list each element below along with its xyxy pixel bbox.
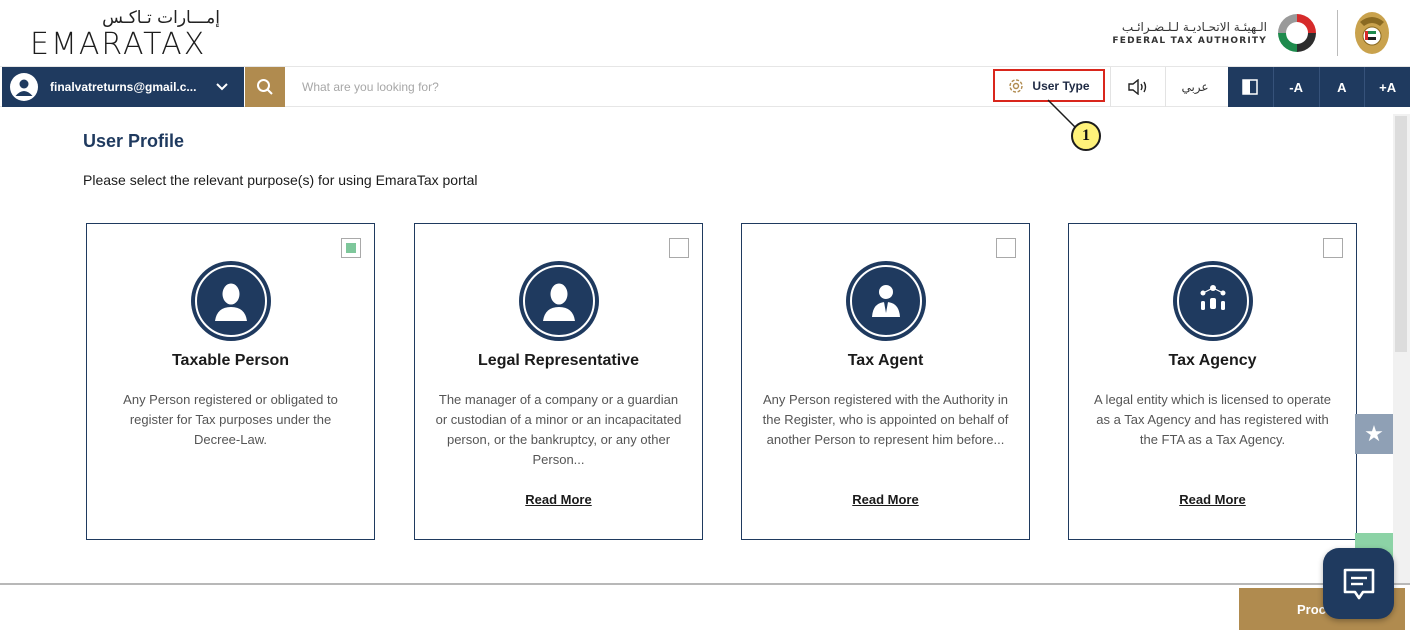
person-icon (518, 261, 599, 341)
step-callout: 1 (1071, 121, 1101, 151)
read-more-link[interactable]: Read More (742, 492, 1029, 507)
chevron-down-icon[interactable] (216, 80, 228, 94)
profile-checkbox[interactable] (669, 238, 689, 258)
user-type-label: User Type (1032, 78, 1090, 93)
uae-emblem-icon (1355, 12, 1389, 54)
card-description: Any Person registered or obligated to re… (123, 392, 338, 447)
search-input[interactable] (290, 72, 980, 102)
page-title: User Profile (83, 131, 185, 151)
profile-card-tax-agency[interactable]: Tax Agency A legal entity which is licen… (1068, 223, 1357, 540)
read-more-link[interactable]: Read More (415, 492, 702, 507)
profile-card-legal-representative[interactable]: Legal Representative The manager of a co… (414, 223, 703, 540)
fta-arabic-name: الـهيئـة الاتحـاديـة لـلـضـرائـب (1121, 20, 1267, 34)
card-description: A legal entity which is licensed to oper… (1093, 392, 1332, 447)
gear-icon (1009, 78, 1024, 93)
read-more-link[interactable]: Read More (1069, 492, 1356, 507)
profile-card-tax-agent[interactable]: Tax Agent Any Person registered with the… (741, 223, 1030, 540)
header-divider (1337, 10, 1338, 56)
account-email: finalvatreturns@gmail.c... (50, 80, 197, 94)
top-toolbar: finalvatreturns@gmail.c... User Type عرب… (0, 66, 1410, 107)
font-increase-button[interactable]: +A (1364, 67, 1410, 107)
logo-arabic-text: إمـــارات تـاكـس (102, 8, 220, 28)
agent-icon (845, 261, 926, 341)
authority-branding: الـهيئـة الاتحـاديـة لـلـضـرائـب FEDERAL… (1112, 8, 1392, 58)
page-scrollbar[interactable] (1393, 114, 1410, 584)
toolbar-separator (1110, 67, 1111, 107)
site-header: إمـــارات تـاكـس EMARATAX الـهيئـة الاتح… (0, 0, 1410, 66)
fta-english-name: FEDERAL TAX AUTHORITY (1112, 36, 1267, 46)
search-icon (257, 79, 273, 95)
card-title: Tax Agent (847, 352, 924, 369)
text-to-speech-button[interactable] (1112, 67, 1164, 107)
scrollbar-thumb[interactable] (1395, 116, 1407, 352)
card-title: Legal Representative (478, 352, 639, 369)
emaratax-logo[interactable]: إمـــارات تـاكـس EMARATAX (30, 8, 220, 60)
chat-button[interactable] (1323, 548, 1394, 619)
contrast-icon (1242, 79, 1259, 95)
user-type-button[interactable]: User Type (993, 69, 1105, 102)
card-description: The manager of a company or a guardian o… (435, 392, 682, 467)
favorite-button[interactable]: ★ (1355, 414, 1393, 454)
card-title: Taxable Person (171, 352, 290, 369)
profile-checkbox[interactable] (341, 238, 361, 258)
font-decrease-button[interactable]: -A (1272, 67, 1319, 107)
fta-text: الـهيئـة الاتحـاديـة لـلـضـرائـب FEDERAL… (1112, 20, 1267, 46)
profile-card-taxable-person[interactable]: Taxable Person Any Person registered or … (86, 223, 375, 540)
profile-checkbox[interactable] (1323, 238, 1343, 258)
agency-network-icon (1172, 261, 1253, 341)
user-avatar-icon (10, 73, 38, 101)
card-title: Tax Agency (1168, 352, 1257, 369)
accessibility-controls: -A A +A (1228, 67, 1410, 107)
footer-divider (0, 583, 1410, 585)
profile-checkbox[interactable] (996, 238, 1016, 258)
card-description: Any Person registered with the Authority… (762, 392, 1009, 447)
star-icon: ★ (1364, 421, 1384, 446)
page-subtitle: Please select the relevant purpose(s) fo… (83, 172, 478, 188)
language-toggle[interactable]: عربي (1166, 67, 1224, 107)
fta-logo-icon (1278, 14, 1316, 52)
search-button[interactable] (245, 67, 285, 107)
account-menu[interactable]: finalvatreturns@gmail.c... (2, 67, 244, 107)
font-normal-button[interactable]: A (1318, 67, 1365, 107)
person-icon (190, 261, 271, 341)
chat-icon (1343, 568, 1374, 599)
contrast-toggle[interactable] (1228, 67, 1273, 107)
speaker-icon (1128, 79, 1147, 95)
logo-latin-text: EMARATAX (30, 27, 207, 62)
